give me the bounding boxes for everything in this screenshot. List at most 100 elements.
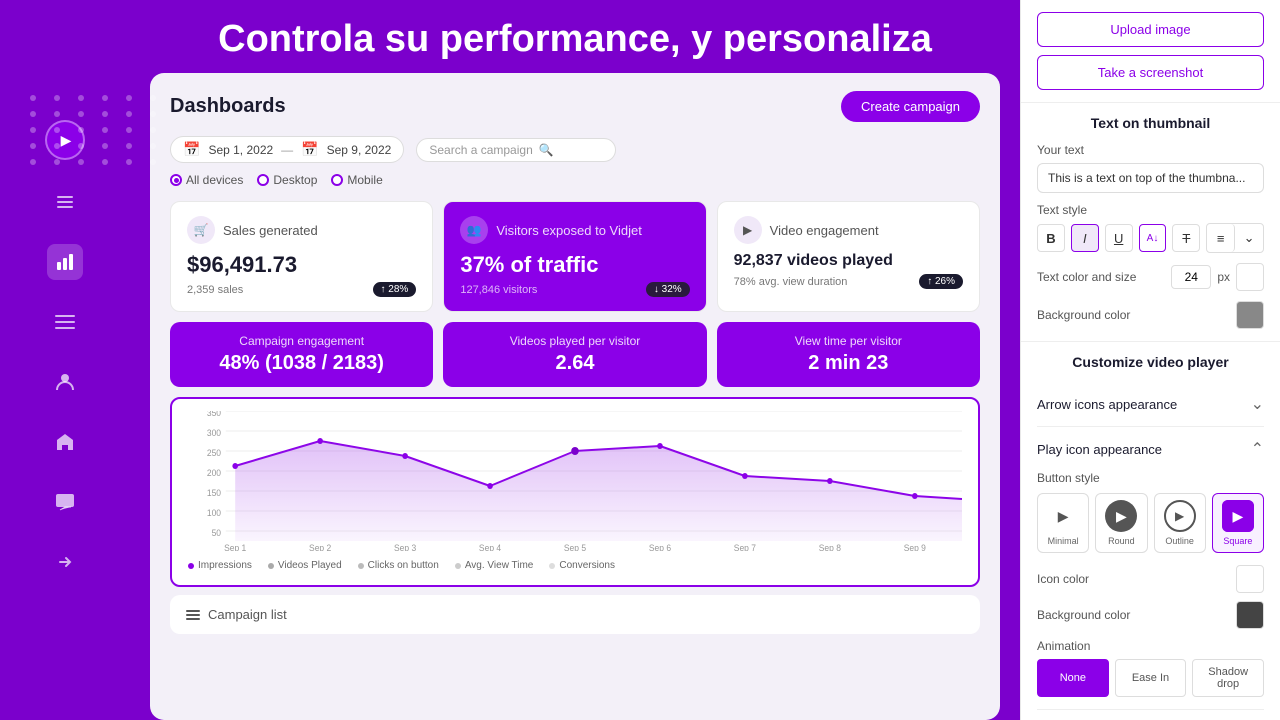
take-screenshot-button[interactable]: Take a screenshot (1037, 55, 1264, 90)
filter-all-devices[interactable]: All devices (170, 173, 243, 187)
align-option[interactable]: ≡ (1207, 224, 1235, 252)
campaign-list-label: Campaign list (208, 607, 287, 622)
thumbnail-text-input[interactable] (1037, 163, 1264, 193)
date-end: Sep 9, 2022 (327, 143, 392, 157)
upload-section: Upload image Take a screenshot (1021, 0, 1280, 103)
create-campaign-button[interactable]: Create campaign (841, 91, 980, 122)
round-label: Round (1108, 536, 1135, 546)
dashboard-header: Dashboards Create campaign (170, 91, 980, 122)
style-square[interactable]: ▶ Square (1212, 493, 1264, 553)
alignment-group: ≡ ⌄ (1206, 223, 1264, 253)
italic-button[interactable]: I (1071, 224, 1099, 252)
play-icon-accordion: Play icon appearance ⌃ Button style ▶ Mi… (1037, 427, 1264, 710)
sales-badge: ↑ 28% (373, 282, 417, 297)
bold-button[interactable]: B (1037, 224, 1065, 252)
outline-play-icon: ▶ (1164, 500, 1196, 532)
sidebar-icon-arrow[interactable] (47, 544, 83, 580)
sidebar-icon-chart[interactable] (47, 244, 83, 280)
sidebar-icon-person[interactable] (47, 364, 83, 400)
round-play-preview: ▶ (1105, 500, 1137, 532)
sidebar-icon-chat[interactable] (47, 484, 83, 520)
filter-mobile[interactable]: Mobile (331, 173, 382, 187)
campaign-list[interactable]: Campaign list (170, 595, 980, 634)
text-color-picker[interactable] (1236, 263, 1264, 291)
stat-card-sales: 🛒 Sales generated $96,491.73 2,359 sales… (170, 201, 433, 312)
search-icon: 🔍 (539, 143, 554, 157)
anim-none-button[interactable]: None (1037, 659, 1109, 697)
icon-color-row: Icon color (1037, 565, 1264, 593)
search-campaign-box[interactable]: Search a campaign 🔍 (416, 138, 616, 162)
text-style-controls: B I U A↓ T ≡ ⌄ (1037, 223, 1264, 253)
align-left-button[interactable]: A↓ (1139, 224, 1167, 252)
svg-text:Sep 5: Sep 5 (564, 543, 586, 551)
metric-value-engagement: 48% (1038 / 2183) (186, 352, 417, 375)
text-style-label: Text style (1037, 203, 1264, 217)
sidebar-icon-menu[interactable] (47, 304, 83, 340)
calendar-icon-2: 📅 (301, 141, 318, 158)
visitors-value: 37% of traffic (460, 252, 689, 278)
stat-card-visitors: 👥 Visitors exposed to Vidjet 37% of traf… (443, 201, 706, 312)
sales-sub: 2,359 sales ↑ 28% (187, 282, 416, 297)
engagement-badge: ↑ 26% (919, 274, 963, 289)
upload-image-button[interactable]: Upload image (1037, 12, 1264, 47)
date-range-picker[interactable]: 📅 Sep 1, 2022 — 📅 Sep 9, 2022 (170, 136, 404, 163)
anim-shadow-button[interactable]: Shadow drop (1192, 659, 1264, 697)
device-filters: All devices Desktop Mobile (170, 173, 980, 187)
metric-card-videos: Videos played per visitor 2.64 (443, 322, 706, 387)
arrow-icons-header[interactable]: Arrow icons appearance ⌄ (1037, 382, 1264, 426)
dashboard-title: Dashboards (170, 95, 286, 118)
square-play-icon: ▶ (1222, 500, 1254, 532)
chart-legend: Impressions Videos Played Clicks on butt… (188, 560, 962, 571)
sidebar-icon-home[interactable] (47, 424, 83, 460)
arrow-icons-label: Arrow icons appearance (1037, 397, 1177, 412)
metric-label-engagement: Campaign engagement (186, 334, 417, 348)
underline-button[interactable]: U (1105, 224, 1133, 252)
animation-options: None Ease In Shadow drop (1037, 659, 1264, 697)
style-minimal[interactable]: ▶ Minimal (1037, 493, 1089, 553)
button-style-grid: ▶ Minimal ▶ Round (1037, 493, 1264, 553)
bg-color-label: Background color (1037, 308, 1230, 322)
date-separator: — (281, 143, 293, 157)
metric-value-viewtime: 2 min 23 (733, 352, 964, 375)
legend-videos: Videos Played (268, 560, 342, 571)
legend-dot-videos (268, 563, 274, 569)
customize-section-title: Customize video player (1037, 354, 1264, 370)
align-chevron[interactable]: ⌄ (1235, 224, 1263, 252)
square-label: Square (1223, 536, 1252, 546)
icon-color-picker[interactable] (1236, 565, 1264, 593)
animation-label: Animation (1037, 639, 1264, 653)
play-bg-color-picker[interactable] (1236, 601, 1264, 629)
arrow-icons-accordion: Arrow icons appearance ⌄ (1037, 382, 1264, 427)
svg-text:Sep 7: Sep 7 (734, 543, 756, 551)
bg-color-picker[interactable] (1236, 301, 1264, 329)
visitors-badge: ↓ 32% (646, 282, 690, 297)
animation-section: Animation None Ease In Shadow drop (1037, 639, 1264, 697)
svg-text:Sep 9: Sep 9 (904, 543, 926, 551)
button-style-label: Button style (1037, 471, 1264, 485)
style-round[interactable]: ▶ Round (1095, 493, 1147, 553)
play-icon-header[interactable]: Play icon appearance ⌃ (1037, 427, 1264, 471)
chart-container: 350 300 250 200 150 100 50 (170, 397, 980, 587)
customize-section: Customize video player Arrow icons appea… (1021, 342, 1280, 720)
thumbnail-text-section: Text on thumbnail Your text Text style B… (1021, 103, 1280, 342)
stat-card-engagement: ▶ Video engagement 92,837 videos played … (717, 201, 980, 312)
hero-title: Controla su performance, y personaliza (150, 0, 1000, 73)
play-bg-color-label: Background color (1037, 608, 1230, 622)
anim-easein-button[interactable]: Ease In (1115, 659, 1187, 697)
style-outline[interactable]: ▶ Outline (1154, 493, 1206, 553)
dashboard-filters: 📅 Sep 1, 2022 — 📅 Sep 9, 2022 Search a c… (170, 136, 980, 163)
dashboard-container: Dashboards Create campaign 📅 Sep 1, 2022… (150, 73, 1000, 720)
calendar-icon: 📅 (183, 141, 200, 158)
sidebar-icon-bars[interactable] (47, 184, 83, 220)
strikethrough-button[interactable]: T (1172, 224, 1200, 252)
search-placeholder: Search a campaign (429, 143, 532, 157)
stat-header-engagement: ▶ Video engagement (734, 216, 963, 244)
metric-value-videos: 2.64 (459, 352, 690, 375)
legend-dot-viewtime (455, 563, 461, 569)
svg-text:200: 200 (207, 468, 221, 478)
play-icon-label: Play icon appearance (1037, 442, 1162, 457)
font-size-input[interactable] (1171, 265, 1211, 289)
svg-text:Sep 2: Sep 2 (309, 543, 331, 551)
filter-desktop[interactable]: Desktop (257, 173, 317, 187)
sidebar: ▶ (0, 0, 130, 720)
